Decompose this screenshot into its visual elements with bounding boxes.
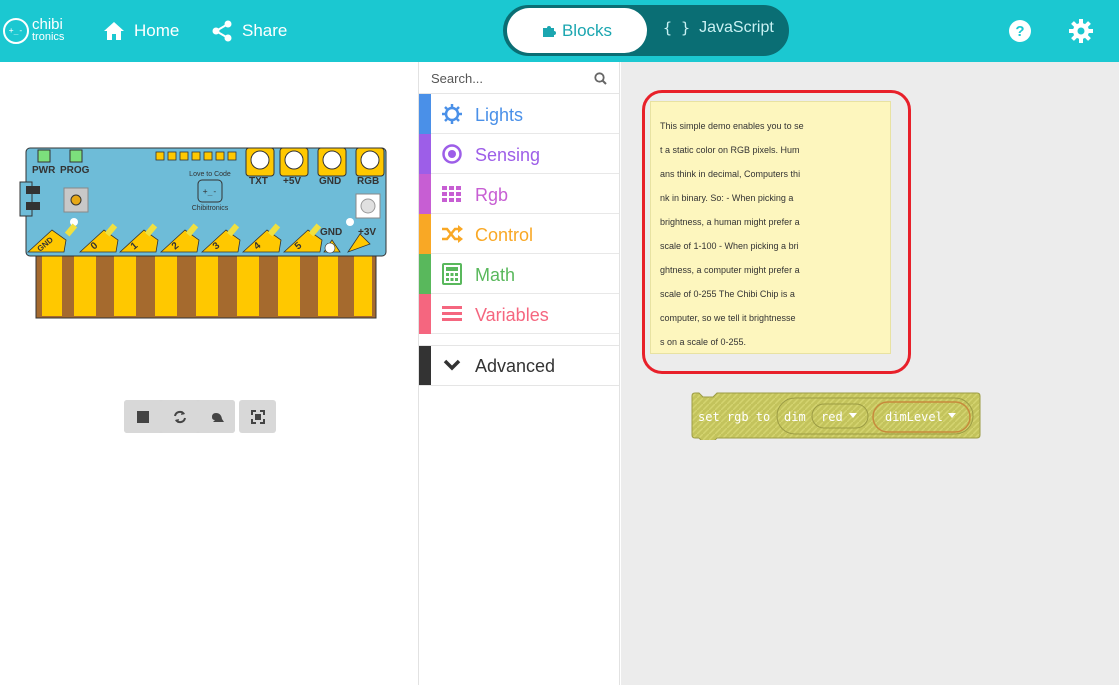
chibitronics-logo[interactable]: +_- chibi tronics bbox=[3, 16, 71, 46]
set-rgb-block[interactable]: set rgb to dim red dimLevel bbox=[691, 392, 983, 440]
comment-line: ghtness, a computer might prefer a bbox=[660, 265, 800, 275]
category-math[interactable]: Math bbox=[419, 254, 619, 294]
category-advanced[interactable]: Advanced bbox=[419, 345, 619, 386]
snail-icon bbox=[209, 412, 224, 422]
restart-icon bbox=[173, 410, 186, 423]
workspace-comment[interactable]: This simple demo enables you to se t a s… bbox=[650, 101, 891, 354]
variables-icon bbox=[442, 306, 462, 321]
simulator-panel: PWR PROG Love to Code +_- Chibitronics T… bbox=[0, 62, 418, 685]
blocks-tab[interactable]: Blocks bbox=[507, 8, 647, 53]
comment-line: scale of 1-100 - When picking a bri bbox=[660, 241, 799, 251]
slow-mode-button[interactable] bbox=[198, 400, 235, 433]
comment-line: s on a scale of 0-255. bbox=[660, 337, 747, 347]
category-variables[interactable]: Variables bbox=[419, 294, 619, 334]
comment-line: brightness, a human might prefer a bbox=[660, 217, 800, 227]
prog-label: PROG bbox=[60, 165, 90, 176]
editor-toggle: Blocks { } JavaScript bbox=[503, 5, 789, 56]
board-face: +_- bbox=[203, 187, 217, 196]
logo-text-line2: tronics bbox=[32, 31, 65, 43]
category-math-label: Math bbox=[475, 265, 516, 285]
category-lights-label: Lights bbox=[475, 105, 524, 125]
javascript-label: JavaScript bbox=[699, 19, 774, 36]
braces-icon: { } bbox=[663, 19, 691, 37]
chevron-down-icon bbox=[443, 359, 461, 371]
help-icon[interactable]: ? bbox=[1008, 19, 1032, 43]
board-brand: Chibitronics bbox=[192, 205, 229, 212]
javascript-tab[interactable]: { } JavaScript bbox=[663, 19, 774, 37]
search-input[interactable] bbox=[419, 62, 619, 94]
logo-face-icon: +_- bbox=[3, 18, 29, 44]
pwr-label: PWR bbox=[32, 165, 56, 176]
stop-button[interactable] bbox=[124, 400, 161, 433]
comment-line: t a static color on RGB pixels. Hum bbox=[660, 145, 800, 155]
pad-txt-label: TXT bbox=[249, 176, 268, 187]
blocks-workspace[interactable]: This simple demo enables you to se t a s… bbox=[621, 62, 1119, 685]
block-fn-label: dim bbox=[784, 410, 806, 424]
category-variables-label: Variables bbox=[475, 305, 549, 325]
category-lights[interactable]: Lights bbox=[419, 94, 619, 134]
share-icon bbox=[212, 20, 232, 42]
block-prefix: set rgb to bbox=[698, 410, 770, 424]
control-icon bbox=[442, 225, 463, 243]
header-bar: +_- chibi tronics Home Share Blocks { } … bbox=[0, 0, 1119, 62]
comment-line: ans think in decimal, Computers thi bbox=[660, 169, 801, 179]
share-label: Share bbox=[242, 21, 288, 40]
sensing-icon bbox=[442, 144, 462, 164]
dropdown-red-value[interactable]: red bbox=[821, 410, 843, 424]
svg-text:?: ? bbox=[1015, 23, 1024, 40]
search-icon[interactable] bbox=[594, 72, 607, 85]
category-sensing-label: Sensing bbox=[475, 145, 541, 165]
fullscreen-icon bbox=[250, 409, 265, 424]
category-control-label: Control bbox=[475, 225, 534, 245]
share-button[interactable]: Share bbox=[211, 18, 287, 44]
comment-line: scale of 0-255 The Chibi Chip is a bbox=[660, 289, 795, 299]
toolbox-search bbox=[419, 62, 619, 94]
blocks-label: Blocks bbox=[561, 20, 613, 40]
comment-line: This simple demo enables you to se bbox=[660, 121, 804, 131]
home-icon bbox=[104, 22, 124, 40]
puzzle-icon bbox=[542, 25, 556, 37]
lights-icon bbox=[442, 104, 462, 124]
toolbox-panel: Lights Sensing Rgb Control Math Variable… bbox=[418, 62, 620, 685]
right-gnd-label: GND bbox=[320, 227, 342, 238]
home-button[interactable]: Home bbox=[103, 18, 179, 44]
category-rgb[interactable]: Rgb bbox=[419, 174, 619, 214]
category-advanced-label: Advanced bbox=[475, 356, 556, 376]
love-to-code-label: Love to Code bbox=[189, 171, 231, 178]
math-icon bbox=[442, 263, 462, 285]
restart-button[interactable] bbox=[161, 400, 198, 433]
category-sensing[interactable]: Sensing bbox=[419, 134, 619, 174]
category-rgb-label: Rgb bbox=[475, 185, 509, 205]
category-control[interactable]: Control bbox=[419, 214, 619, 254]
pad-5v-label: +5V bbox=[283, 176, 301, 187]
pad-rgb-label: RGB bbox=[357, 176, 379, 187]
settings-gear-icon[interactable] bbox=[1069, 19, 1093, 43]
chibi-chip-board[interactable]: PWR PROG Love to Code +_- Chibitronics T… bbox=[18, 144, 388, 324]
logo-text-line1: chibi bbox=[32, 16, 63, 33]
comment-line: nk in binary. So: - When picking a bbox=[660, 193, 794, 203]
comment-line: computer, so we tell it brightnesse bbox=[660, 313, 796, 323]
fullscreen-button[interactable] bbox=[239, 400, 276, 433]
home-label: Home bbox=[134, 21, 180, 40]
pad-gnd-label: GND bbox=[319, 176, 341, 187]
dropdown-dimlevel-value[interactable]: dimLevel bbox=[885, 410, 943, 424]
stop-icon bbox=[136, 410, 149, 423]
rgb-icon bbox=[442, 186, 461, 202]
